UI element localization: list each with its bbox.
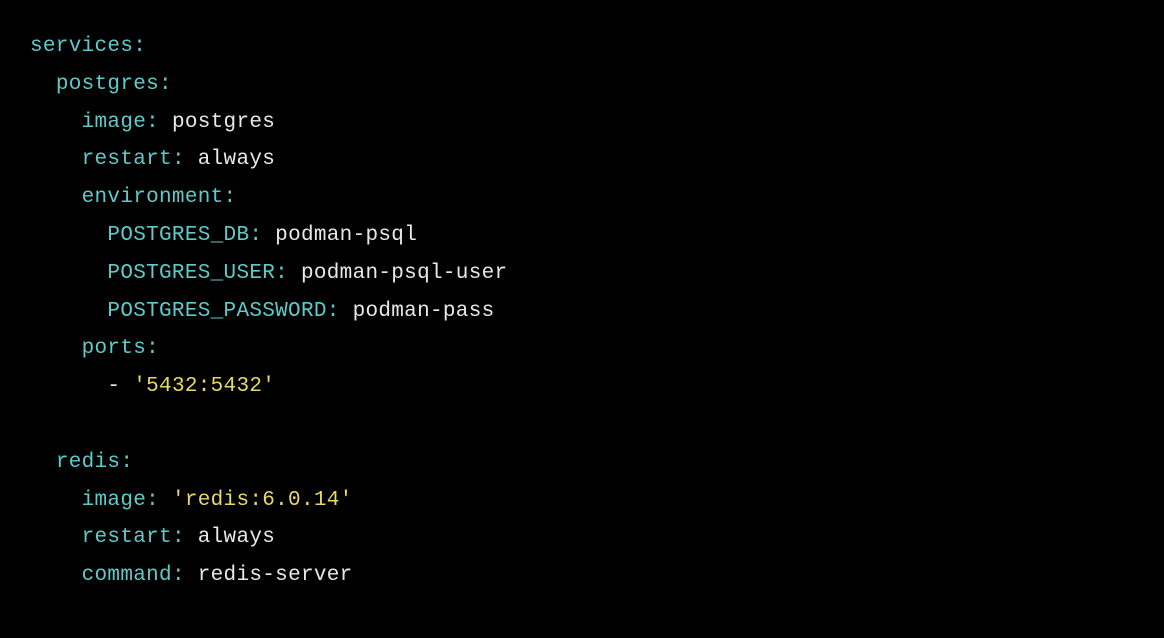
yaml-colon: : xyxy=(249,224,262,247)
yaml-colon: : xyxy=(146,489,159,512)
yaml-line-env-user: POSTGRES_USER: podman-psql-user xyxy=(30,255,1134,293)
yaml-key: restart xyxy=(82,526,172,549)
yaml-colon: : xyxy=(224,186,237,209)
yaml-colon: : xyxy=(159,73,172,96)
yaml-line-redis-restart: restart: always xyxy=(30,519,1134,557)
yaml-line-redis: redis: xyxy=(30,444,1134,482)
yaml-key: POSTGRES_PASSWORD xyxy=(107,300,326,323)
yaml-value: always xyxy=(198,526,275,549)
yaml-string: '5432:5432' xyxy=(133,375,275,398)
yaml-dash: - xyxy=(107,375,120,398)
yaml-key: services xyxy=(30,35,133,58)
yaml-line-environment: environment: xyxy=(30,179,1134,217)
yaml-value: podman-psql-user xyxy=(301,262,507,285)
yaml-string: 'redis:6.0.14' xyxy=(172,489,353,512)
yaml-line-redis-command: command: redis-server xyxy=(30,557,1134,595)
yaml-key: ports xyxy=(82,337,147,360)
yaml-value: redis-server xyxy=(198,564,353,587)
yaml-line-ports: ports: xyxy=(30,330,1134,368)
yaml-line-restart: restart: always xyxy=(30,141,1134,179)
yaml-key: POSTGRES_USER xyxy=(107,262,275,285)
yaml-colon: : xyxy=(172,526,185,549)
yaml-key: POSTGRES_DB xyxy=(107,224,249,247)
yaml-colon: : xyxy=(172,564,185,587)
yaml-line-ports-item: - '5432:5432' xyxy=(30,368,1134,406)
yaml-colon: : xyxy=(120,451,133,474)
yaml-line-postgres: postgres: xyxy=(30,66,1134,104)
yaml-line-redis-image: image: 'redis:6.0.14' xyxy=(30,482,1134,520)
yaml-value: postgres xyxy=(172,111,275,134)
yaml-colon: : xyxy=(327,300,340,323)
code-editor[interactable]: services: postgres: image: postgres rest… xyxy=(30,28,1134,595)
yaml-value: podman-pass xyxy=(353,300,495,323)
yaml-key: redis xyxy=(56,451,121,474)
yaml-line-env-db: POSTGRES_DB: podman-psql xyxy=(30,217,1134,255)
yaml-colon: : xyxy=(146,337,159,360)
yaml-blank-line xyxy=(30,406,1134,444)
yaml-key: command xyxy=(82,564,172,587)
yaml-value: always xyxy=(198,148,275,171)
yaml-key: image xyxy=(82,111,147,134)
yaml-key: environment xyxy=(82,186,224,209)
yaml-line-services: services: xyxy=(30,28,1134,66)
yaml-colon: : xyxy=(172,148,185,171)
yaml-colon: : xyxy=(133,35,146,58)
yaml-key: image xyxy=(82,489,147,512)
yaml-value: podman-psql xyxy=(275,224,417,247)
yaml-colon: : xyxy=(275,262,288,285)
yaml-colon: : xyxy=(146,111,159,134)
yaml-line-env-password: POSTGRES_PASSWORD: podman-pass xyxy=(30,293,1134,331)
yaml-line-image: image: postgres xyxy=(30,104,1134,142)
yaml-key: restart xyxy=(82,148,172,171)
yaml-key: postgres xyxy=(56,73,159,96)
